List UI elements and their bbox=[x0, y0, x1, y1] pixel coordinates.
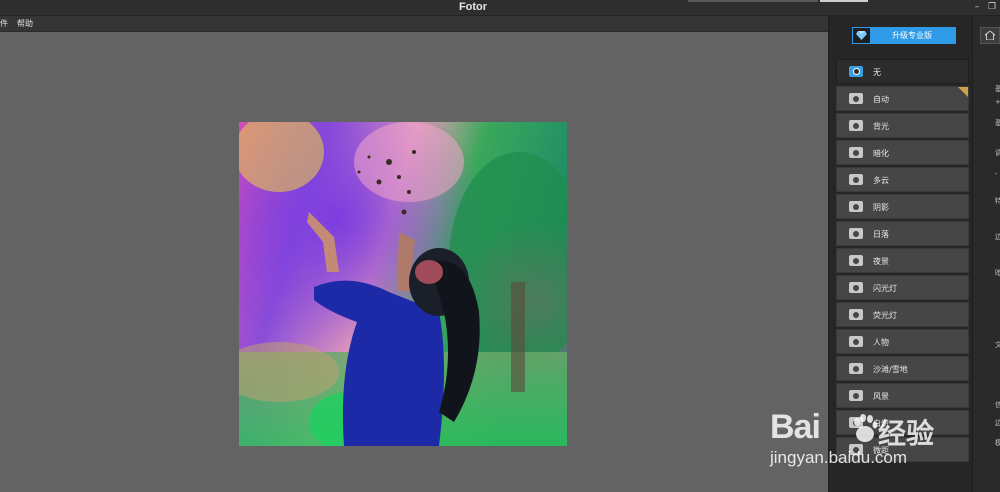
menu-help[interactable]: 帮助 bbox=[17, 16, 33, 31]
strip-label[interactable]: 基 bbox=[995, 118, 1000, 128]
restore-button[interactable]: ❐ bbox=[985, 2, 999, 13]
scene-label: 夜景 bbox=[873, 257, 889, 266]
scene-item-portrait[interactable]: 人物 bbox=[836, 329, 969, 354]
app-title: Fotor bbox=[458, 1, 488, 13]
pro-corner-badge bbox=[958, 87, 968, 97]
portrait-icon bbox=[849, 336, 863, 347]
menu-file[interactable]: 件 bbox=[0, 16, 8, 31]
strip-label[interactable]: + bbox=[995, 98, 1000, 106]
none-icon bbox=[849, 66, 863, 77]
landscape-icon bbox=[849, 390, 863, 401]
scene-label: 沙滩/雪地 bbox=[873, 365, 908, 374]
scene-label: 多云 bbox=[873, 176, 889, 185]
fluorescent-icon bbox=[849, 309, 863, 320]
watermark-logo: Bai bbox=[770, 408, 821, 446]
beach-snow-icon bbox=[849, 363, 863, 374]
diamond-icon bbox=[852, 27, 871, 44]
scene-item-cloudy[interactable]: 多云 bbox=[836, 167, 969, 192]
scene-item-night[interactable]: 夜景 bbox=[836, 248, 969, 273]
scene-label: 阴影 bbox=[873, 203, 889, 212]
strip-label[interactable]: 暗 bbox=[995, 268, 1000, 278]
menu-bar: 件 帮助 bbox=[0, 16, 828, 32]
strip-label[interactable]: 特 bbox=[995, 196, 1000, 206]
scene-item-auto[interactable]: 自动 bbox=[836, 86, 969, 111]
scene-label: 闪光灯 bbox=[873, 284, 897, 293]
watermark-url: jingyan.baidu.com bbox=[770, 448, 908, 467]
scene-label: 自动 bbox=[873, 95, 889, 104]
scene-item-darken[interactable]: 暗化 bbox=[836, 140, 969, 165]
scene-item-fluorescent[interactable]: 荧光灯 bbox=[836, 302, 969, 327]
scene-item-backlight[interactable]: 背光 bbox=[836, 113, 969, 138]
home-button[interactable] bbox=[980, 27, 1000, 44]
backlight-icon bbox=[849, 120, 863, 131]
darken-icon bbox=[849, 147, 863, 158]
upgrade-label: 升级专业版 bbox=[892, 31, 932, 40]
strip-label[interactable]: 文 bbox=[995, 340, 1000, 350]
baidu-watermark: Bai 经验 jingyan.baidu.com bbox=[770, 408, 970, 478]
title-bar-segment bbox=[820, 0, 868, 2]
photo-preview[interactable] bbox=[239, 122, 567, 446]
scene-label: 人物 bbox=[873, 338, 889, 347]
scene-item-flash[interactable]: 闪光灯 bbox=[836, 275, 969, 300]
paw-icon bbox=[854, 414, 878, 442]
home-icon bbox=[985, 31, 995, 40]
scene-label: 荧光灯 bbox=[873, 311, 897, 320]
scene-label: 无 bbox=[873, 68, 881, 77]
scene-item-none[interactable]: 无 bbox=[836, 59, 969, 84]
photo-image bbox=[239, 122, 567, 446]
scene-item-sunset[interactable]: 日落 bbox=[836, 221, 969, 246]
scene-label: 暗化 bbox=[873, 149, 889, 158]
camera-icon bbox=[849, 93, 863, 104]
strip-label[interactable]: 模 bbox=[995, 438, 1000, 448]
scene-label: 日落 bbox=[873, 230, 889, 239]
night-icon bbox=[849, 255, 863, 266]
scene-label: 背光 bbox=[873, 122, 889, 131]
scene-item-landscape[interactable]: 风景 bbox=[836, 383, 969, 408]
strip-label[interactable]: 基 bbox=[995, 84, 1000, 94]
strip-label[interactable]: 信 bbox=[995, 400, 1000, 410]
sunset-icon bbox=[849, 228, 863, 239]
strip-label[interactable]: 边 bbox=[995, 232, 1000, 242]
upgrade-pro-button[interactable]: 升级专业版 bbox=[852, 27, 956, 44]
scene-label: 风景 bbox=[873, 392, 889, 401]
shadow-icon bbox=[849, 201, 863, 212]
strip-label[interactable]: 边 bbox=[995, 418, 1000, 428]
strip-label[interactable]: 调 bbox=[995, 148, 1000, 158]
minimize-button[interactable]: – bbox=[970, 2, 984, 13]
title-bar-segment bbox=[688, 0, 818, 2]
flash-icon bbox=[849, 282, 863, 293]
title-bar: Fotor – ❐ bbox=[0, 0, 1000, 16]
scene-item-beach-snow[interactable]: 沙滩/雪地 bbox=[836, 356, 969, 381]
watermark-logo-cn: 经验 bbox=[878, 417, 935, 450]
cloud-icon bbox=[849, 174, 863, 185]
scene-item-shadow[interactable]: 阴影 bbox=[836, 194, 969, 219]
strip-label[interactable]: - bbox=[995, 170, 1000, 178]
